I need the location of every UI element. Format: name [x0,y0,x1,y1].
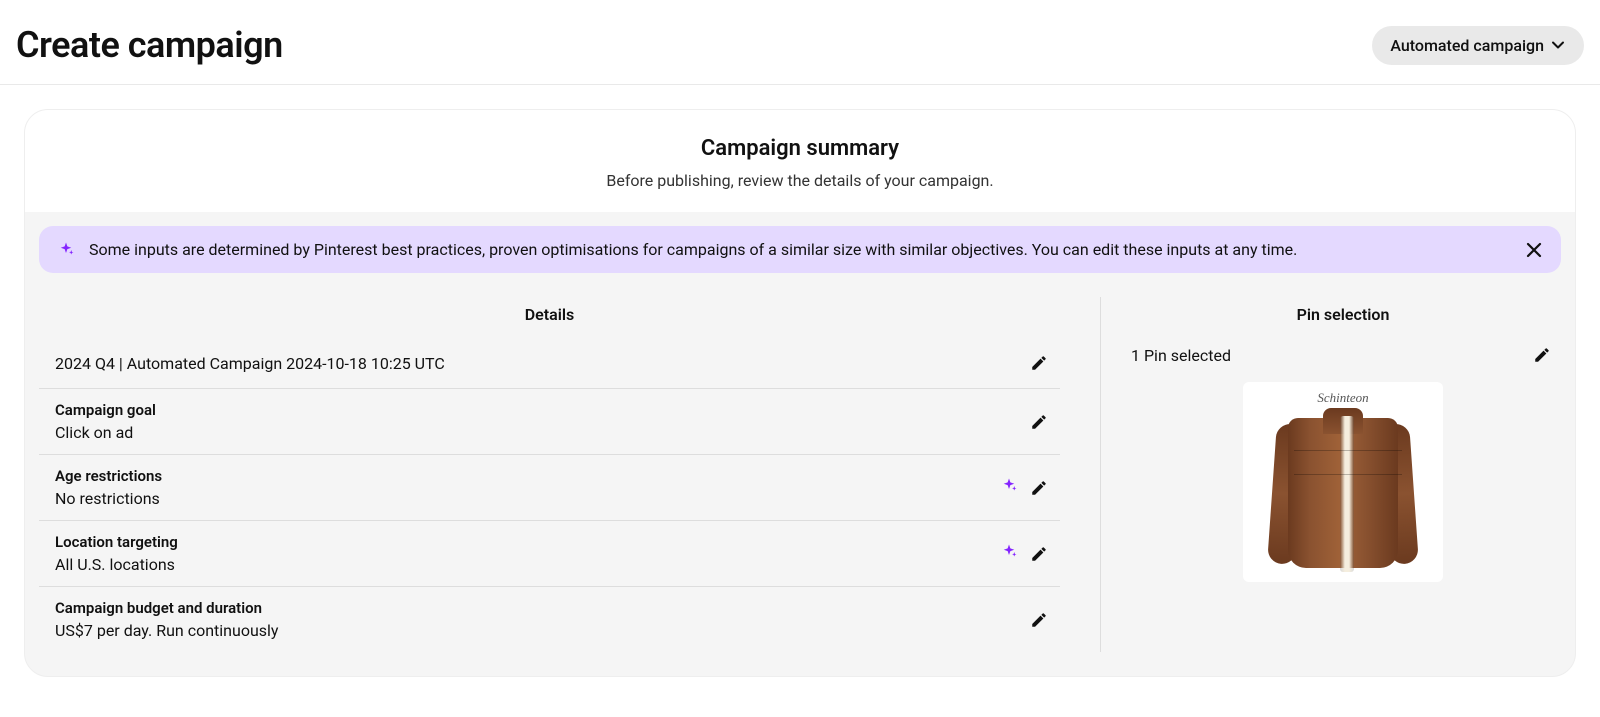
detail-row-value: Click on ad [55,423,1016,442]
campaign-type-label: Automated campaign [1390,36,1544,55]
sparkle-icon [57,241,75,259]
pin-thumbnail[interactable]: Schinteon [1243,382,1443,582]
detail-row-value: No restrictions [55,489,990,508]
sparkle-icon [1000,477,1018,499]
detail-row-value: All U.S. locations [55,555,990,574]
pin-selection-heading: Pin selection [1125,297,1561,338]
sparkle-icon [1000,543,1018,565]
chevron-down-icon [1550,37,1566,53]
edit-row-button[interactable] [1026,350,1052,376]
edit-row-button[interactable] [1026,541,1052,567]
page-title: Create campaign [16,24,283,66]
detail-row-label: Age restrictions [55,467,990,485]
detail-row: Campaign budget and duration US$7 per day… [39,587,1060,652]
edit-pins-button[interactable] [1529,342,1555,368]
pins-selected-text: 1 Pin selected [1131,346,1231,365]
detail-row-label: Campaign budget and duration [55,599,1016,617]
edit-row-button[interactable] [1026,409,1052,435]
detail-row-value: US$7 per day. Run continuously [55,621,1016,640]
best-practices-banner: Some inputs are determined by Pinterest … [39,226,1561,273]
detail-row: Campaign goal Click on ad [39,389,1060,455]
jacket-image [1268,404,1418,574]
detail-row: Location targeting All U.S. locations [39,521,1060,587]
edit-row-button[interactable] [1026,607,1052,633]
banner-close-button[interactable] [1525,241,1543,259]
campaign-summary-card: Campaign summary Before publishing, revi… [24,109,1576,677]
campaign-type-dropdown[interactable]: Automated campaign [1372,26,1584,65]
banner-text: Some inputs are determined by Pinterest … [89,240,1511,259]
detail-row: 2024 Q4 | Automated Campaign 2024-10-18 … [39,338,1060,389]
summary-subtitle: Before publishing, review the details of… [45,171,1555,190]
detail-row-value: 2024 Q4 | Automated Campaign 2024-10-18 … [55,354,1016,373]
detail-row: Age restrictions No restrictions [39,455,1060,521]
edit-row-button[interactable] [1026,475,1052,501]
detail-row-label: Campaign goal [55,401,1016,419]
detail-row-label: Location targeting [55,533,990,551]
summary-title: Campaign summary [45,136,1555,161]
details-heading: Details [39,297,1060,338]
